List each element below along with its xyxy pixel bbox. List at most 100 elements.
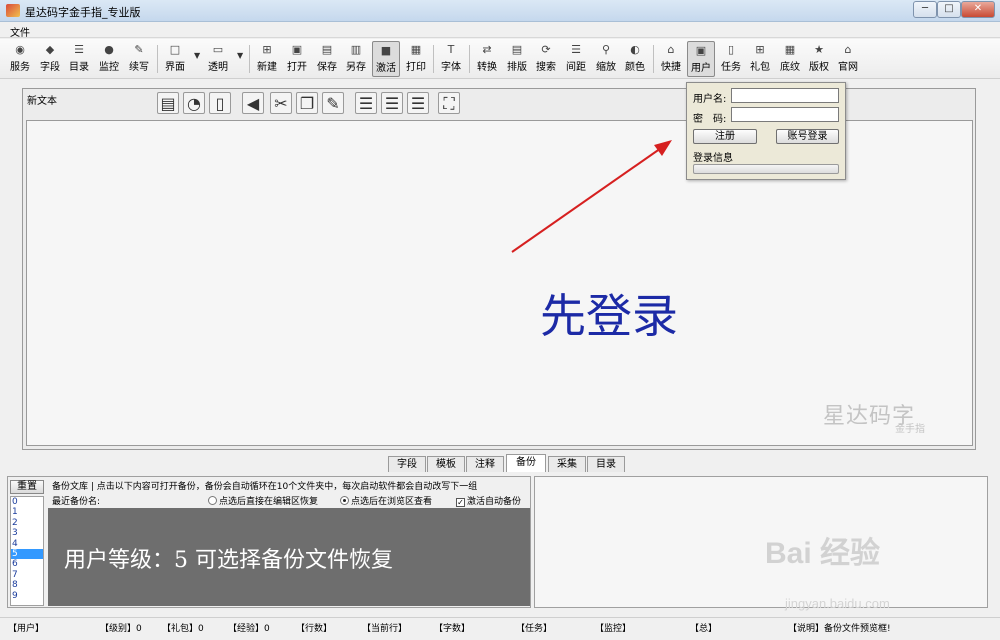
tab-collect[interactable]: 采集 xyxy=(548,456,586,472)
chevron-down-icon[interactable]: ▼ xyxy=(194,51,200,60)
checkbox-checked[interactable]: ✓ xyxy=(456,498,465,507)
align-left-icon[interactable]: ☰ xyxy=(355,92,377,114)
status-char-count: 【字数】 xyxy=(434,621,470,634)
toolbar-user-button[interactable]: ▣ 用户 xyxy=(687,41,715,77)
status-label: 【任务】 xyxy=(516,624,553,634)
toolbar-label: 礼包 xyxy=(750,62,770,73)
toolbar-spacing-button[interactable]: ☰ 间距 xyxy=(564,41,588,77)
toolbar-texture-button[interactable]: ▦ 底纹 xyxy=(778,41,802,77)
toolbar-catalog-button[interactable]: ☰ 目录 xyxy=(67,41,91,77)
toolbar-open-button[interactable]: ▣ 打开 xyxy=(285,41,309,77)
reset-button[interactable]: 重置 xyxy=(10,480,44,494)
edit-icon[interactable]: ✎ xyxy=(322,92,344,114)
register-button[interactable]: 注册 xyxy=(693,129,757,144)
tab-templates[interactable]: 模板 xyxy=(427,456,465,472)
list-item[interactable]: 4 xyxy=(11,539,43,549)
tab-backup[interactable]: 备份 xyxy=(506,454,546,472)
list-item[interactable]: 0 xyxy=(11,497,43,507)
task-icon: ▯ xyxy=(727,43,735,56)
toolbar-website-button[interactable]: ⌂ 官网 xyxy=(836,41,860,77)
toolbar-color-button[interactable]: ◐ 颜色 xyxy=(623,41,647,77)
list-item[interactable]: 9 xyxy=(11,591,43,601)
password-input[interactable] xyxy=(731,107,839,122)
toolbar-monitor-button[interactable]: ● 监控 xyxy=(97,41,121,77)
toolbar-font-button[interactable]: T 字体 xyxy=(439,41,463,77)
save-icon[interactable]: ▤ xyxy=(157,92,179,114)
toolbar-continue-button[interactable]: ✎ 续写 xyxy=(127,41,151,77)
maximize-button[interactable]: □ xyxy=(937,1,961,18)
toolbar-gift-button[interactable]: ⊞ 礼包 xyxy=(748,41,772,77)
backup-slot-list[interactable]: 0 1 2 3 4 5 6 7 8 9 xyxy=(10,496,44,606)
toolbar-save-button[interactable]: ▤ 保存 xyxy=(315,41,339,77)
toolbar-activate-button[interactable]: ■ 激活 xyxy=(372,41,400,77)
status-label: 【级别】 xyxy=(100,624,137,634)
toolbar-shortcut-button[interactable]: ⌂ 快捷 xyxy=(659,41,683,77)
status-lines: 【行数】 xyxy=(296,621,332,634)
tab-fields[interactable]: 字段 xyxy=(388,456,426,472)
toolbar-label: 打开 xyxy=(287,62,307,73)
toolbar-layout-button[interactable]: ▤ 排版 xyxy=(505,41,529,77)
toolbar-ui-button[interactable]: □ 界面 xyxy=(163,41,187,77)
align-right-icon[interactable]: ☰ xyxy=(407,92,429,114)
list-item-selected[interactable]: 5 xyxy=(11,548,43,560)
toolbar-fields-button[interactable]: ◆ 字段 xyxy=(38,41,62,77)
username-input[interactable] xyxy=(731,88,839,103)
toolbar-print-button[interactable]: ▦ 打印 xyxy=(404,41,428,77)
toolbar-label: 缩放 xyxy=(596,62,616,73)
toolbar-label: 界面 xyxy=(165,62,185,73)
toolbar-save-as-button[interactable]: ▥ 另存 xyxy=(344,41,368,77)
lightbulb-icon[interactable]: ◔ xyxy=(183,92,205,114)
toolbar-label: 透明 xyxy=(208,62,228,73)
toolbar-separator xyxy=(433,45,434,73)
spacing-icon: ☰ xyxy=(571,43,581,56)
transparency-icon: ▭ xyxy=(212,43,224,56)
fullscreen-icon[interactable]: ⛶ xyxy=(438,92,460,114)
scissors-icon[interactable]: ✂ xyxy=(270,92,292,114)
toolbar-separator xyxy=(469,45,470,73)
toolbar-search-button[interactable]: ⟳ 搜索 xyxy=(534,41,558,77)
browse-option[interactable]: 点选后在浏览区查看 xyxy=(340,494,432,507)
list-item[interactable]: 7 xyxy=(11,570,43,580)
toolbar-label: 打印 xyxy=(406,62,426,73)
toolbar-service-button[interactable]: ◉ 服务 xyxy=(8,41,32,77)
tab-notes[interactable]: 注释 xyxy=(466,456,504,472)
baidu-url: jingyan.baidu.com xyxy=(785,596,890,611)
title-bar: 星达码字金手指_专业版 ─ □ ✕ xyxy=(0,0,1000,22)
toolbar-label: 激活 xyxy=(376,63,396,74)
toolbar-separator xyxy=(157,45,158,73)
list-item[interactable]: 2 xyxy=(11,518,43,528)
radio-button[interactable] xyxy=(208,496,217,505)
toolbar-zoom-button[interactable]: ⚲ 缩放 xyxy=(594,41,618,77)
recent-backup-label: 最近备份名: xyxy=(52,497,101,507)
backup-preview-area[interactable] xyxy=(534,476,988,608)
document-icon[interactable]: ▯ xyxy=(209,92,231,114)
list-item[interactable]: 8 xyxy=(11,580,43,590)
list-item[interactable]: 6 xyxy=(11,559,43,569)
list-item[interactable]: 3 xyxy=(11,528,43,538)
toolbar-label: 间距 xyxy=(566,62,586,73)
status-value: 0 xyxy=(136,624,142,634)
password-label: 密 码: xyxy=(693,114,727,125)
minimize-button[interactable]: ─ xyxy=(913,1,937,18)
toolbar-transparency-button[interactable]: ▭ 透明 xyxy=(206,41,230,77)
copy-icon[interactable]: ❐ xyxy=(296,92,318,114)
toolbar-new-button[interactable]: ⊞ 新建 xyxy=(255,41,279,77)
close-button[interactable]: ✕ xyxy=(961,1,995,18)
rss-icon: ◉ xyxy=(15,43,25,56)
toolbar-convert-button[interactable]: ⇄ 转换 xyxy=(475,41,499,77)
app-icon xyxy=(6,4,20,17)
chevron-down-icon[interactable]: ▼ xyxy=(237,51,243,60)
toolbar-task-button[interactable]: ▯ 任务 xyxy=(719,41,743,77)
toolbar-copyright-button[interactable]: ★ 版权 xyxy=(807,41,831,77)
status-value: 0 xyxy=(264,624,270,634)
radio-button-selected[interactable] xyxy=(340,496,349,505)
menu-file[interactable]: 文件 xyxy=(10,24,30,39)
auto-backup-option[interactable]: ✓ 激活自动备份 xyxy=(456,494,521,507)
list-item[interactable]: 1 xyxy=(11,507,43,517)
back-arrow-icon[interactable]: ◀ xyxy=(242,92,264,114)
restore-option[interactable]: 点选后直接在编辑区恢复 xyxy=(208,494,318,507)
account-login-button[interactable]: 账号登录 xyxy=(776,129,839,144)
toolbar-label: 颜色 xyxy=(625,62,645,73)
tab-catalog[interactable]: 目录 xyxy=(587,456,625,472)
align-center-icon[interactable]: ☰ xyxy=(381,92,403,114)
